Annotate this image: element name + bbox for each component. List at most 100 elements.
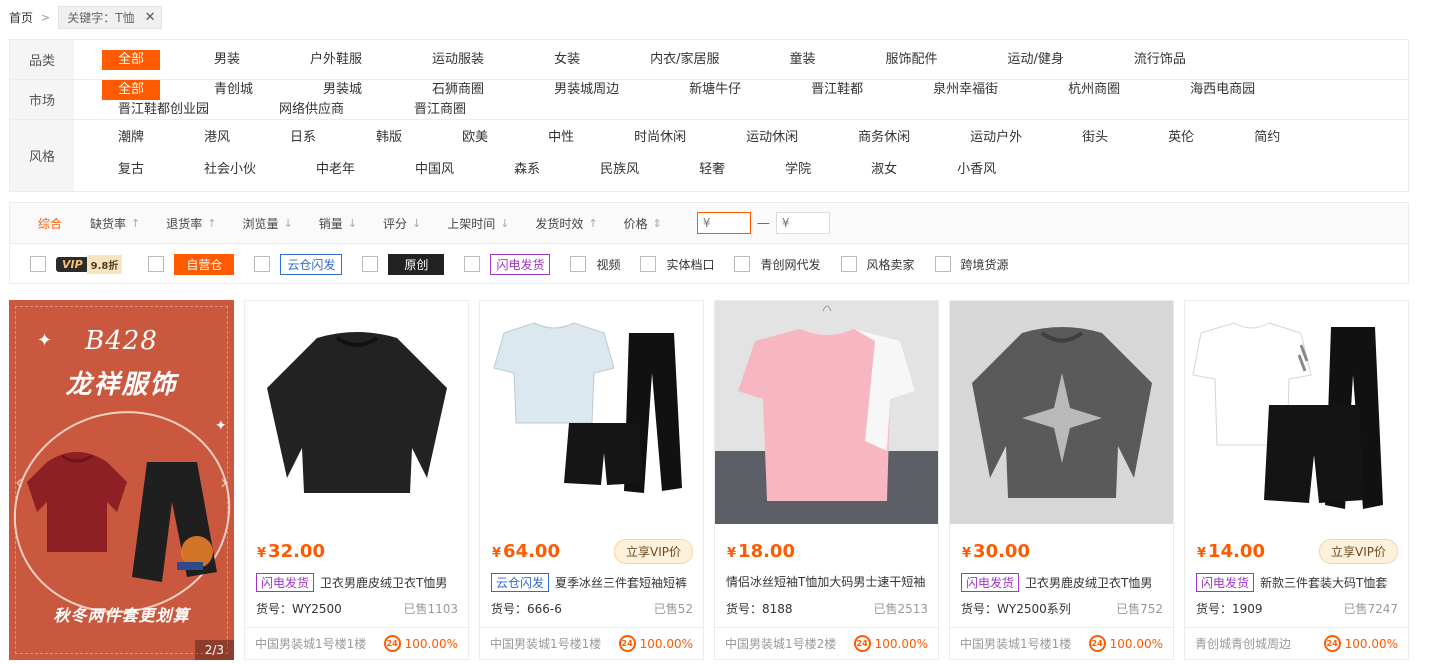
style-option[interactable]: 中国风 [399, 160, 470, 180]
category-option[interactable]: 男装 [198, 50, 256, 70]
product-title[interactable]: 夏季冰丝三件套短袖短裤 [555, 574, 687, 591]
product-title[interactable]: 卫衣男鹿皮绒卫衣T恤男 [1025, 574, 1152, 591]
style-option[interactable]: 简约 [1238, 128, 1296, 148]
check-original[interactable]: 原创 [362, 253, 445, 275]
close-icon[interactable]: ✕ [145, 10, 156, 25]
product-image[interactable] [1185, 301, 1408, 524]
checkbox[interactable] [464, 256, 481, 272]
check-style-seller[interactable]: 风格卖家 [840, 256, 915, 273]
check-video[interactable]: 视频 [570, 256, 620, 273]
style-option[interactable]: 学院 [769, 160, 827, 180]
title-row[interactable]: 闪电发货 卫衣男鹿皮绒卫衣T恤男 [256, 573, 460, 592]
market-option[interactable]: 男装城 [307, 80, 378, 100]
vip-price-button[interactable]: 立享VIP价 [614, 538, 693, 564]
checkbox[interactable] [840, 256, 857, 272]
style-option[interactable]: 欧美 [446, 128, 504, 148]
market-option[interactable]: 男装城周边 [538, 80, 635, 100]
style-option[interactable]: 商务休闲 [842, 128, 926, 148]
breadcrumb-home[interactable]: 首页 [9, 9, 33, 26]
style-option[interactable]: 轻奢 [683, 160, 741, 180]
market-option[interactable]: 新塘牛仔 [673, 80, 757, 100]
style-option[interactable]: 森系 [498, 160, 556, 180]
product-card[interactable]: ¥32.00 闪电发货 卫衣男鹿皮绒卫衣T恤男 货号：WY2500 已售1103… [244, 300, 469, 660]
price-min-input[interactable] [696, 212, 751, 234]
sort-option[interactable]: 价格 ⇕ [611, 215, 675, 232]
category-option[interactable]: 内衣/家居服 [634, 50, 735, 70]
category-option[interactable]: 运动服装 [416, 50, 500, 70]
vip-price-button[interactable]: 立享VIP价 [1319, 538, 1398, 564]
checkbox[interactable] [148, 256, 165, 272]
title-row[interactable]: 闪电发货 新款三件套装大码T恤套 [1196, 573, 1400, 592]
market-option[interactable]: 海西电商园 [1174, 80, 1271, 100]
product-card[interactable]: ¥64.00 立享VIP价 云仓闪发 夏季冰丝三件套短袖短裤 货号：666-6 … [479, 300, 704, 660]
market-option[interactable]: 杭州商圈 [1052, 80, 1136, 100]
style-option[interactable]: 淑女 [855, 160, 913, 180]
category-option[interactable]: 童装 [773, 50, 831, 70]
check-flash-ship[interactable]: 闪电发货 [464, 253, 551, 275]
style-option[interactable]: 民族风 [584, 160, 655, 180]
category-option[interactable]: 户外鞋服 [294, 50, 378, 70]
product-title[interactable]: 卫衣男鹿皮绒卫衣T恤男 [320, 574, 447, 591]
style-option[interactable]: 小香风 [941, 160, 1012, 180]
market-option[interactable]: 晋江鞋都 [795, 80, 879, 100]
style-option[interactable]: 复古 [102, 160, 160, 180]
check-self-warehouse[interactable]: 自营仓 [148, 253, 235, 275]
market-option[interactable]: 石狮商圈 [416, 80, 500, 100]
style-option[interactable]: 时尚休闲 [618, 128, 702, 148]
product-image[interactable] [715, 301, 938, 524]
checkbox[interactable] [640, 256, 657, 272]
sort-option[interactable]: 销量 ↓ [306, 215, 370, 232]
style-option[interactable]: 中性 [532, 128, 590, 148]
product-image[interactable] [480, 301, 703, 524]
category-option[interactable]: 全部 [102, 49, 161, 70]
check-cross-border[interactable]: 跨境货源 [934, 256, 1009, 273]
title-row[interactable]: 云仓闪发 夏季冰丝三件套短袖短裤 [491, 573, 695, 592]
market-option[interactable]: 泉州幸福街 [917, 80, 1014, 100]
style-option[interactable]: 街头 [1066, 128, 1124, 148]
check-agent[interactable]: 青创网代发 [734, 256, 821, 273]
style-option[interactable]: 韩版 [360, 128, 418, 148]
style-option[interactable]: 日系 [274, 128, 332, 148]
price-max-input[interactable] [775, 212, 830, 234]
checkbox[interactable] [30, 256, 46, 272]
title-row[interactable]: 情侣冰丝短袖T恤加大码男士速干短袖 [726, 573, 930, 590]
style-option[interactable]: 港风 [188, 128, 246, 148]
style-option[interactable]: 运动户外 [954, 128, 1038, 148]
checkbox[interactable] [570, 256, 587, 272]
style-option[interactable]: 运动休闲 [730, 128, 814, 148]
sort-option[interactable]: 评分 ↓ [370, 215, 434, 232]
sort-option[interactable]: 退货率 ↑ [153, 215, 229, 232]
product-title[interactable]: 情侣冰丝短袖T恤加大码男士速干短袖 [726, 573, 925, 590]
sort-option[interactable]: 上架时间 ↓ [434, 215, 522, 232]
style-option[interactable]: 英伦 [1152, 128, 1210, 148]
category-option[interactable]: 运动/健身 [992, 50, 1080, 70]
market-option[interactable]: 全部 [102, 80, 161, 100]
title-row[interactable]: 闪电发货 卫衣男鹿皮绒卫衣T恤男 [961, 573, 1165, 592]
sort-option[interactable]: 综合 [10, 215, 77, 232]
market-option[interactable]: 晋江商圈 [398, 100, 482, 120]
category-option[interactable]: 流行饰品 [1118, 50, 1202, 70]
product-card[interactable]: ¥18.00 情侣冰丝短袖T恤加大码男士速干短袖 货号：8188 已售2513 … [714, 300, 939, 660]
chevron-left-icon[interactable]: ‹ [15, 470, 23, 494]
sort-option[interactable]: 发货时效 ↑ [522, 215, 610, 232]
product-image[interactable] [950, 301, 1173, 524]
style-option[interactable]: 社会小伙 [188, 160, 272, 180]
sort-option[interactable]: 浏览量 ↓ [229, 215, 305, 232]
market-option[interactable]: 青创城 [198, 80, 269, 100]
checkbox[interactable] [734, 256, 751, 272]
checkbox[interactable] [934, 256, 951, 272]
style-option[interactable]: 中老年 [300, 160, 371, 180]
category-option[interactable]: 服饰配件 [869, 50, 953, 70]
market-option[interactable]: 晋江鞋都创业园 [102, 100, 225, 120]
check-cloud-ship[interactable]: 云仓闪发 [254, 253, 343, 275]
sort-option[interactable]: 缺货率 ↑ [77, 215, 153, 232]
product-card[interactable]: ¥30.00 闪电发货 卫衣男鹿皮绒卫衣T恤男 货号：WY2500系列 已售75… [949, 300, 1174, 660]
checkbox[interactable] [254, 256, 271, 272]
check-vip[interactable]: VIP 9.8折 [30, 254, 123, 274]
chevron-right-icon[interactable]: › [220, 470, 228, 494]
promo-banner[interactable]: ✦ ✦ B428 龙祥服饰 ‹ › 秋冬两件套更划算 2/3 [9, 300, 234, 660]
market-option[interactable]: 网络供应商 [263, 100, 360, 120]
checkbox[interactable] [362, 256, 379, 272]
style-option[interactable]: 潮牌 [102, 128, 160, 148]
product-image[interactable] [245, 301, 468, 524]
